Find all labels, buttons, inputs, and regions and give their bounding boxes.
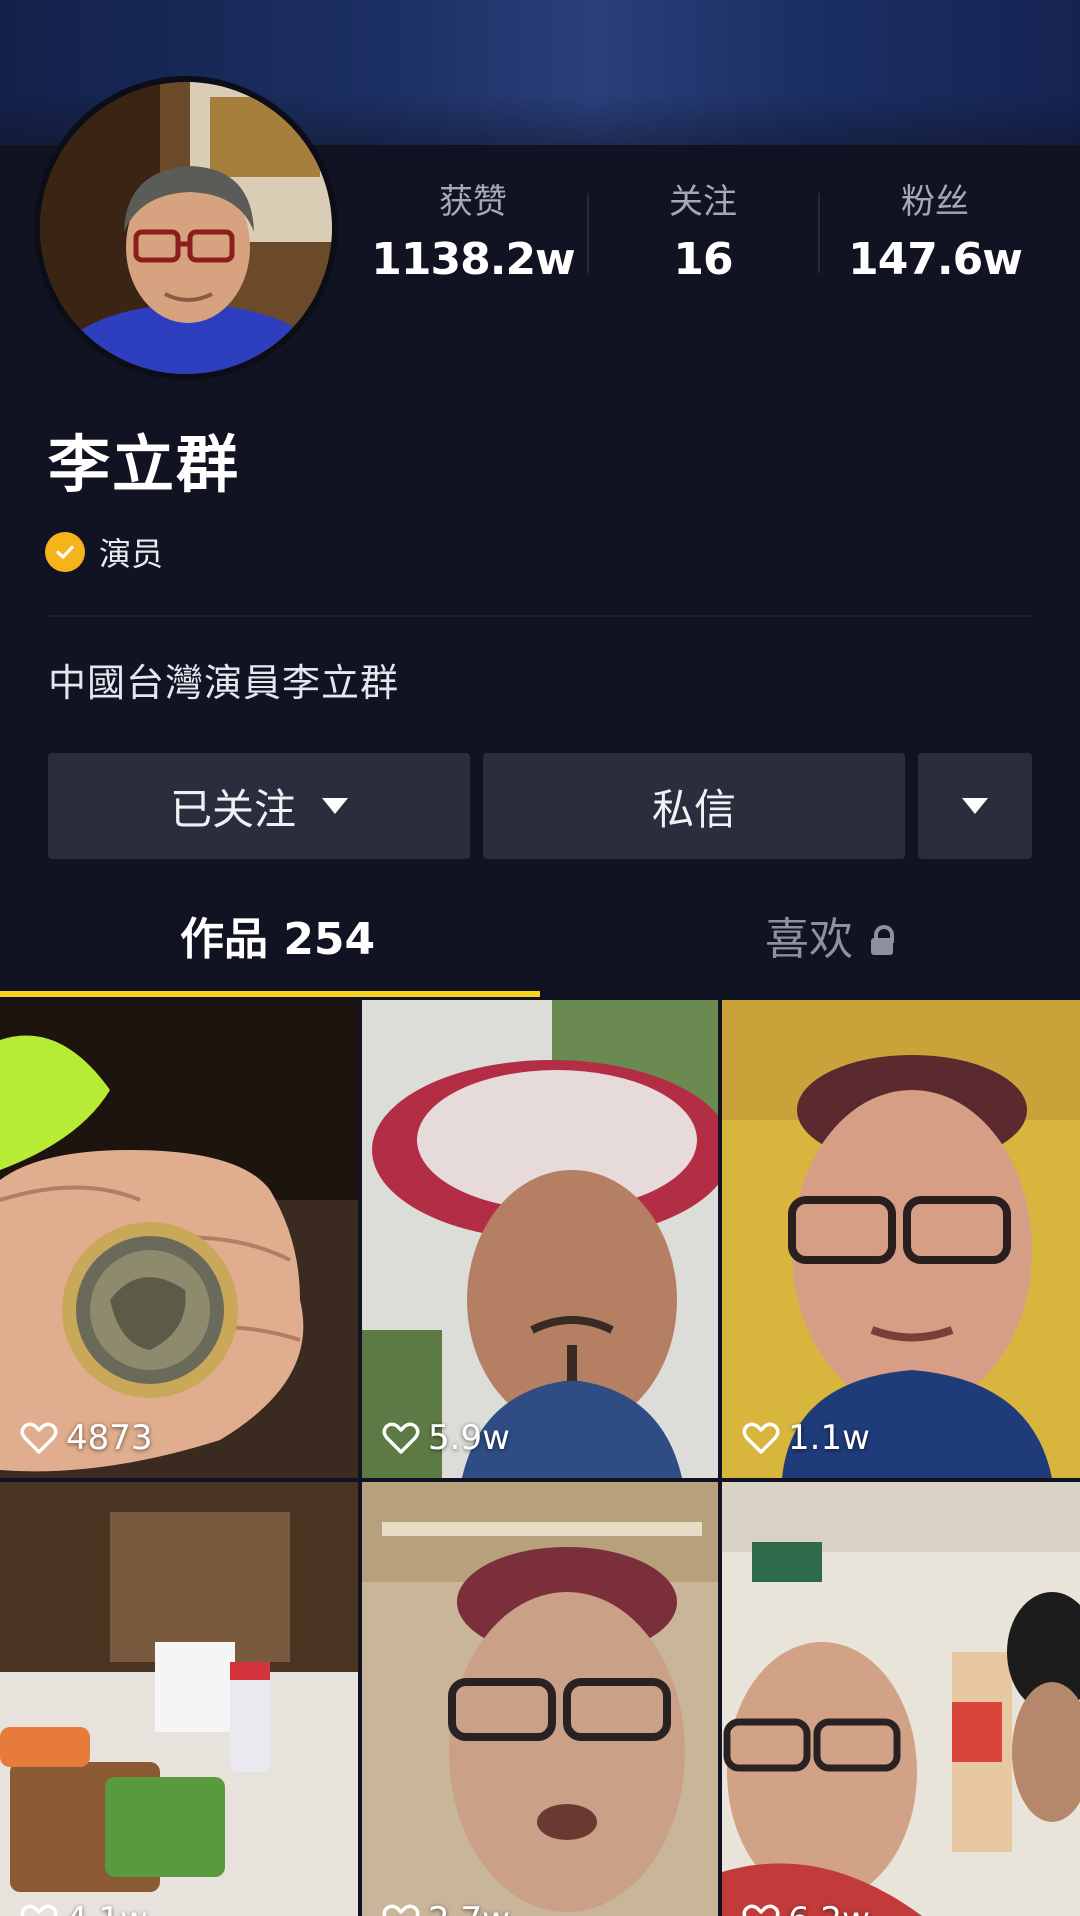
like-count: 4873	[20, 1418, 153, 1458]
video-tile[interactable]: 4.1w	[0, 1482, 358, 1916]
like-count: 4.1w	[20, 1900, 148, 1916]
message-button[interactable]: 私信	[483, 753, 905, 859]
like-count-value: 4873	[66, 1418, 153, 1458]
profile-name: 李立群	[48, 428, 241, 501]
like-count: 6.2w	[742, 1900, 870, 1916]
profile-page: 获赞 1138.2w 关注 16 粉丝 147.6w 李立群 演员 中國台灣演員…	[0, 0, 1080, 1916]
tab-likes[interactable]: 喜欢	[765, 905, 894, 975]
profile-bio: 中國台灣演員李立群	[48, 661, 400, 705]
like-count-value: 5.9w	[428, 1418, 510, 1458]
verified-badge-label: 演员	[99, 535, 164, 573]
stat-followers-label: 粉丝	[901, 182, 969, 222]
heart-icon	[382, 1904, 420, 1916]
heart-icon	[20, 1904, 58, 1916]
following-button-label: 已关注	[169, 784, 296, 834]
video-thumbnail	[722, 1482, 1080, 1916]
message-button-label: 私信	[651, 784, 736, 834]
tab-works[interactable]: 作品 254	[180, 905, 375, 975]
heart-icon	[20, 1422, 58, 1454]
heart-icon	[742, 1422, 780, 1454]
video-tile[interactable]: 2.7w	[362, 1482, 718, 1916]
video-tile[interactable]: 1.1w	[722, 1000, 1080, 1478]
stat-followers-value: 147.6w	[848, 234, 1023, 285]
verified-badge: 演员	[45, 528, 163, 576]
avatar[interactable]	[40, 82, 332, 374]
heart-icon	[382, 1422, 420, 1454]
like-count-value: 1.1w	[788, 1418, 870, 1458]
like-count: 5.9w	[382, 1418, 510, 1458]
stat-following-value: 16	[673, 234, 733, 285]
video-tile[interactable]: 6.2w	[722, 1482, 1080, 1916]
stat-followers[interactable]: 粉丝 147.6w	[820, 180, 1050, 290]
stat-likes[interactable]: 获赞 1138.2w	[358, 180, 588, 290]
more-options-button[interactable]	[918, 753, 1032, 859]
video-thumbnail	[0, 1482, 358, 1916]
like-count-value: 4.1w	[66, 1900, 148, 1916]
tab-active-indicator	[0, 991, 540, 997]
video-thumbnail	[362, 1000, 718, 1478]
video-thumbnail	[362, 1482, 718, 1916]
stat-following-label: 关注	[669, 182, 737, 222]
video-thumbnail	[722, 1000, 1080, 1478]
caret-down-icon	[962, 798, 988, 814]
lock-icon	[871, 925, 894, 955]
stat-following[interactable]: 关注 16	[588, 180, 818, 290]
caret-down-icon	[322, 798, 348, 814]
like-count: 1.1w	[742, 1418, 870, 1458]
stat-likes-value: 1138.2w	[371, 234, 575, 285]
stat-likes-label: 获赞	[439, 182, 507, 222]
video-tile[interactable]: 5.9w	[362, 1000, 718, 1478]
avatar-image	[40, 82, 332, 374]
like-count-value: 6.2w	[788, 1900, 870, 1916]
verified-check-icon	[45, 532, 85, 572]
video-tile[interactable]: 4873	[0, 1000, 358, 1478]
like-count: 2.7w	[382, 1900, 510, 1916]
following-button[interactable]: 已关注	[48, 753, 470, 859]
tab-likes-label: 喜欢	[765, 914, 853, 965]
divider	[48, 615, 1032, 617]
video-thumbnail	[0, 1000, 358, 1478]
like-count-value: 2.7w	[428, 1900, 510, 1916]
heart-icon	[742, 1904, 780, 1916]
